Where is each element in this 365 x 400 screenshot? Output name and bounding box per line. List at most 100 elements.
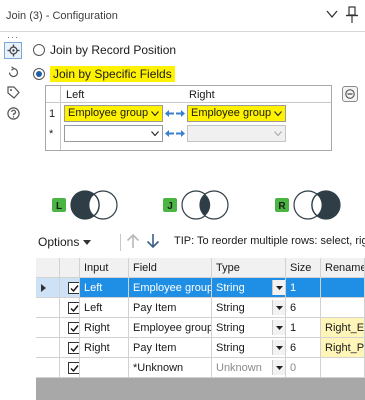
rename-cell[interactable]: Right_E bbox=[321, 318, 365, 338]
left-field-select[interactable]: Employee group bbox=[64, 105, 163, 122]
arrow-up-icon[interactable] bbox=[126, 233, 140, 249]
size-cell[interactable]: 1 bbox=[286, 278, 321, 298]
left-output-venn: L bbox=[52, 189, 128, 221]
column-header-size[interactable]: Size bbox=[286, 258, 321, 278]
column-header-rename[interactable]: Rename bbox=[321, 258, 365, 278]
chevron-down-icon bbox=[275, 365, 283, 370]
type-value: Unknown bbox=[216, 362, 262, 374]
reorder-tip: TIP: To reorder multiple rows: select, r… bbox=[174, 235, 365, 247]
join-by-fields-option[interactable]: Join by Specific Fields bbox=[33, 66, 175, 82]
row-selector[interactable] bbox=[36, 298, 60, 318]
annotation-tool[interactable] bbox=[4, 84, 22, 101]
join-output-venn: J bbox=[163, 189, 239, 221]
title-bar: Join (3) - Configuration bbox=[0, 0, 365, 32]
type-dropdown-button[interactable] bbox=[272, 340, 285, 355]
field-checkbox-cell[interactable] bbox=[60, 298, 80, 318]
input-cell bbox=[80, 358, 129, 378]
field-checkbox-cell[interactable] bbox=[60, 278, 80, 298]
field-cell: Pay Item bbox=[129, 338, 212, 358]
table-row[interactable]: *Unknown Unknown 0 bbox=[36, 358, 365, 378]
header-divider bbox=[46, 102, 331, 103]
left-field-value: Employee group bbox=[68, 107, 149, 119]
tool-strip: ··· bbox=[0, 32, 26, 122]
row-selector[interactable] bbox=[36, 338, 60, 358]
type-cell[interactable]: String bbox=[212, 298, 286, 318]
field-checkbox[interactable] bbox=[68, 282, 79, 294]
column-header-type[interactable]: Type bbox=[212, 258, 286, 278]
current-row-indicator bbox=[41, 284, 46, 292]
configuration-tool[interactable] bbox=[4, 42, 22, 59]
table-row[interactable]: Left Employee group String 1 bbox=[36, 278, 365, 298]
type-cell[interactable]: Unknown bbox=[212, 358, 286, 378]
column-header-input[interactable]: Input bbox=[80, 258, 129, 278]
type-value: String bbox=[216, 282, 245, 294]
size-cell[interactable]: 0 bbox=[286, 358, 321, 378]
column-header-field[interactable]: Field bbox=[129, 258, 212, 278]
drag-handle[interactable]: ··· bbox=[7, 32, 19, 42]
chevron-down-icon bbox=[275, 325, 283, 330]
options-label: Options bbox=[38, 235, 80, 249]
pin-icon[interactable] bbox=[345, 6, 359, 24]
field-checkbox[interactable] bbox=[68, 362, 79, 374]
input-cell: Right bbox=[80, 338, 129, 358]
row-selector[interactable] bbox=[36, 358, 60, 378]
type-dropdown-button[interactable] bbox=[272, 320, 285, 335]
join-by-position-option[interactable]: Join by Record Position bbox=[33, 43, 176, 57]
chevron-down-icon bbox=[275, 285, 283, 290]
type-dropdown-button[interactable] bbox=[272, 280, 285, 295]
type-cell[interactable]: String bbox=[212, 318, 286, 338]
rename-cell[interactable] bbox=[321, 298, 365, 318]
help-tool[interactable] bbox=[4, 105, 22, 122]
field-checkbox[interactable] bbox=[68, 322, 79, 334]
join-badge-letter: J bbox=[167, 201, 173, 212]
type-value: String bbox=[216, 302, 245, 314]
join-by-position-radio[interactable] bbox=[33, 44, 45, 56]
table-row[interactable]: Left Pay Item String 6 bbox=[36, 298, 365, 318]
table-row[interactable]: Right Pay Item String 6 Right_P bbox=[36, 338, 365, 358]
new-left-field-select[interactable] bbox=[64, 125, 163, 142]
toolbar-divider bbox=[120, 234, 121, 251]
type-dropdown-button[interactable] bbox=[272, 360, 285, 375]
type-value: String bbox=[216, 322, 245, 334]
field-checkbox[interactable] bbox=[68, 342, 79, 354]
type-dropdown-button[interactable] bbox=[272, 300, 285, 315]
row-number: * bbox=[49, 128, 54, 140]
join-by-fields-radio[interactable] bbox=[33, 68, 45, 80]
rotate-tool[interactable] bbox=[4, 64, 22, 81]
size-cell[interactable]: 1 bbox=[286, 318, 321, 338]
new-right-field-select bbox=[187, 125, 286, 142]
row-selector-header bbox=[36, 258, 60, 278]
field-checkbox-cell[interactable] bbox=[60, 338, 80, 358]
checkbox-header bbox=[60, 258, 80, 278]
input-cell: Right bbox=[80, 318, 129, 338]
rename-cell[interactable]: Right_P bbox=[321, 338, 365, 358]
join-fields-grid: Left Right 1 Employee group Employee gro… bbox=[45, 85, 332, 151]
gear-icon bbox=[7, 44, 19, 57]
field-checkbox[interactable] bbox=[68, 302, 79, 314]
field-checkbox-cell[interactable] bbox=[60, 318, 80, 338]
row-selector[interactable] bbox=[36, 278, 60, 298]
right-field-select[interactable]: Employee group bbox=[187, 105, 286, 122]
right-field-value: Employee group bbox=[191, 107, 272, 119]
size-cell[interactable]: 6 bbox=[286, 338, 321, 358]
chevron-down-icon[interactable] bbox=[326, 9, 338, 19]
chevron-down-icon bbox=[275, 305, 283, 310]
size-cell[interactable]: 6 bbox=[286, 298, 321, 318]
rename-cell[interactable] bbox=[321, 358, 365, 378]
remove-row-button[interactable] bbox=[342, 86, 358, 102]
type-cell[interactable]: String bbox=[212, 338, 286, 358]
join-by-position-label: Join by Record Position bbox=[50, 43, 177, 57]
field-checkbox-cell[interactable] bbox=[60, 358, 80, 378]
arrow-down-icon[interactable] bbox=[146, 233, 160, 249]
chevron-down-icon bbox=[274, 111, 282, 116]
rename-cell[interactable] bbox=[321, 278, 365, 298]
swap-arrows-icon[interactable] bbox=[165, 129, 185, 138]
swap-arrows-icon[interactable] bbox=[165, 109, 185, 118]
table-row[interactable]: Right Employee group String 1 Right_E bbox=[36, 318, 365, 338]
row-number: 1 bbox=[49, 108, 56, 120]
row-number-divider bbox=[60, 86, 61, 150]
type-cell[interactable]: String bbox=[212, 278, 286, 298]
minus-icon bbox=[345, 89, 355, 99]
row-selector[interactable] bbox=[36, 318, 60, 338]
options-dropdown[interactable]: Options bbox=[38, 235, 92, 249]
